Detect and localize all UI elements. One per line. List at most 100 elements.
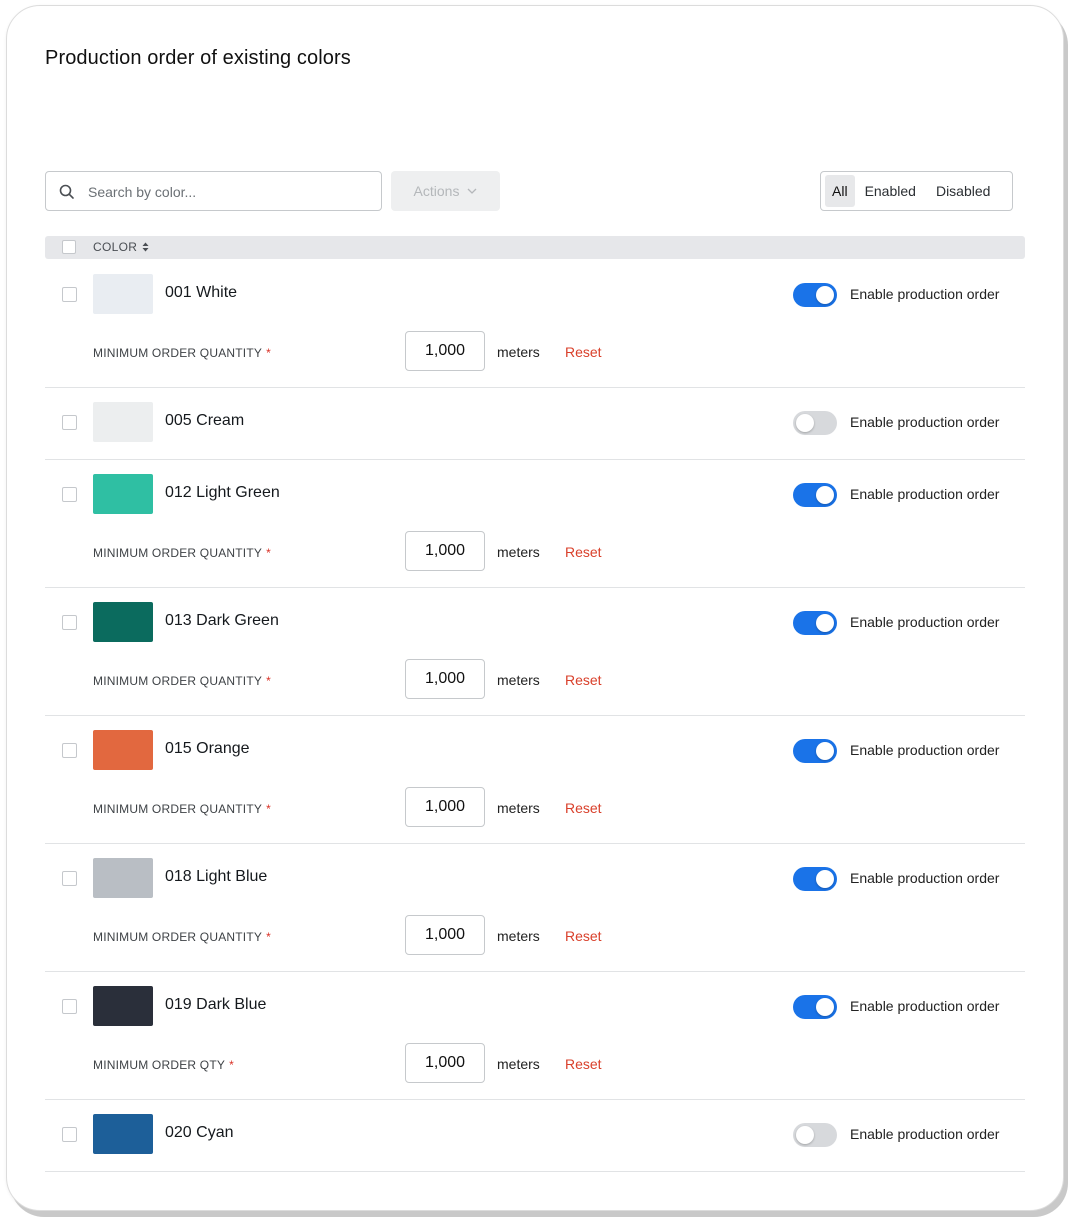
color-swatch (93, 1114, 153, 1154)
toggle-label: Enable production order (850, 486, 1000, 502)
toggle-knob (816, 998, 834, 1016)
moq-label-text: MINIMUM ORDER QUANTITY (93, 802, 263, 816)
toggle-knob (816, 286, 834, 304)
toggle-knob (816, 486, 834, 504)
table-row: 015 Orange Enable production order MINIMUM… (45, 715, 1025, 844)
toggle-knob (816, 742, 834, 760)
toggle-label: Enable production order (850, 286, 1000, 302)
required-mark: * (266, 346, 271, 360)
color-column-header[interactable]: COLOR (93, 240, 149, 254)
search-field[interactable] (45, 171, 382, 211)
color-name: 018 Light Blue (165, 868, 268, 885)
production-order-toggle[interactable] (793, 739, 837, 763)
table-row: 020 Cyan Enable production order (45, 1099, 1025, 1172)
toggle-label: Enable production order (850, 742, 1000, 758)
moq-label: MINIMUM ORDER QUANTITY * (93, 930, 271, 944)
row-checkbox[interactable] (62, 871, 77, 886)
color-name: 020 Cyan (165, 1124, 234, 1141)
row-checkbox[interactable] (62, 415, 77, 430)
quantity-input[interactable]: 1,000 (405, 1043, 485, 1083)
production-order-toggle[interactable] (793, 411, 837, 435)
required-mark: * (229, 1058, 234, 1072)
row-checkbox[interactable] (62, 999, 77, 1014)
toggle-label: Enable production order (850, 1126, 1000, 1142)
moq-label: MINIMUM ORDER QTY * (93, 1058, 234, 1072)
table-row: 013 Dark Green Enable production order MIN… (45, 587, 1025, 716)
quantity-input[interactable]: 1,000 (405, 531, 485, 571)
moq-label: MINIMUM ORDER QUANTITY * (93, 802, 271, 816)
production-order-toggle[interactable] (793, 995, 837, 1019)
table-row: 018 Light Blue Enable production order MIN… (45, 843, 1025, 972)
color-swatch (93, 474, 153, 514)
required-mark: * (266, 546, 271, 560)
table-row: 005 Cream Enable production order (45, 387, 1025, 460)
reset-link[interactable]: Reset (565, 344, 602, 360)
toggle-knob (816, 870, 834, 888)
color-swatch (93, 274, 153, 314)
moq-label-text: MINIMUM ORDER QUANTITY (93, 346, 263, 360)
production-order-toggle[interactable] (793, 483, 837, 507)
row-checkbox[interactable] (62, 487, 77, 502)
reset-link[interactable]: Reset (565, 800, 602, 816)
row-checkbox[interactable] (62, 743, 77, 758)
color-name: 013 Dark Green (165, 612, 279, 629)
quantity-input[interactable]: 1,000 (405, 915, 485, 955)
quantity-input[interactable]: 1,000 (405, 331, 485, 371)
sort-icon (142, 242, 149, 252)
status-filter: All Enabled Disabled (820, 171, 1013, 211)
color-swatch (93, 602, 153, 642)
unit-label: meters (497, 928, 540, 944)
unit-label: meters (497, 800, 540, 816)
production-order-toggle[interactable] (793, 867, 837, 891)
actions-button[interactable]: Actions (391, 171, 500, 211)
color-swatch (93, 986, 153, 1026)
production-order-toggle[interactable] (793, 611, 837, 635)
toggle-label: Enable production order (850, 998, 1000, 1014)
actions-label: Actions (413, 183, 460, 199)
filter-enabled[interactable]: Enabled (855, 175, 926, 207)
quantity-input[interactable]: 1,000 (405, 787, 485, 827)
filter-all[interactable]: All (825, 175, 855, 207)
color-name: 012 Light Green (165, 484, 280, 501)
color-swatch (93, 858, 153, 898)
moq-label: MINIMUM ORDER QUANTITY * (93, 546, 271, 560)
reset-link[interactable]: Reset (565, 928, 602, 944)
row-checkbox[interactable] (62, 615, 77, 630)
color-column-label: COLOR (93, 240, 138, 254)
toggle-knob (816, 614, 834, 632)
toggle-label: Enable production order (850, 614, 1000, 630)
reset-link[interactable]: Reset (565, 1056, 602, 1072)
production-order-toggle[interactable] (793, 283, 837, 307)
color-name: 015 Orange (165, 740, 250, 757)
quantity-input[interactable]: 1,000 (405, 659, 485, 699)
production-order-toggle[interactable] (793, 1123, 837, 1147)
moq-label-text: MINIMUM ORDER QUANTITY (93, 674, 263, 688)
moq-label-text: MINIMUM ORDER QTY (93, 1058, 226, 1072)
reset-link[interactable]: Reset (565, 544, 602, 560)
unit-label: meters (497, 672, 540, 688)
color-name: 019 Dark Blue (165, 996, 267, 1013)
toggle-knob (796, 414, 814, 432)
required-mark: * (266, 930, 271, 944)
required-mark: * (266, 674, 271, 688)
row-checkbox[interactable] (62, 1127, 77, 1142)
reset-link[interactable]: Reset (565, 672, 602, 688)
table-header: COLOR (45, 236, 1025, 259)
moq-label: MINIMUM ORDER QUANTITY * (93, 346, 271, 360)
filter-disabled[interactable]: Disabled (926, 175, 1000, 207)
table-row: 001 White Enable production order MINIMUM … (45, 259, 1025, 388)
select-all-checkbox[interactable] (62, 240, 76, 254)
chevron-down-icon (467, 188, 477, 194)
table-row: 019 Dark Blue Enable production order MINI… (45, 971, 1025, 1100)
unit-label: meters (497, 1056, 540, 1072)
page-title: Production order of existing colors (45, 47, 351, 69)
row-checkbox[interactable] (62, 287, 77, 302)
search-input[interactable] (86, 181, 370, 203)
required-mark: * (266, 802, 271, 816)
search-icon (59, 184, 74, 199)
color-swatch (93, 402, 153, 442)
color-name: 001 White (165, 284, 238, 301)
unit-label: meters (497, 544, 540, 560)
toggle-knob (796, 1126, 814, 1144)
toggle-label: Enable production order (850, 414, 1000, 430)
